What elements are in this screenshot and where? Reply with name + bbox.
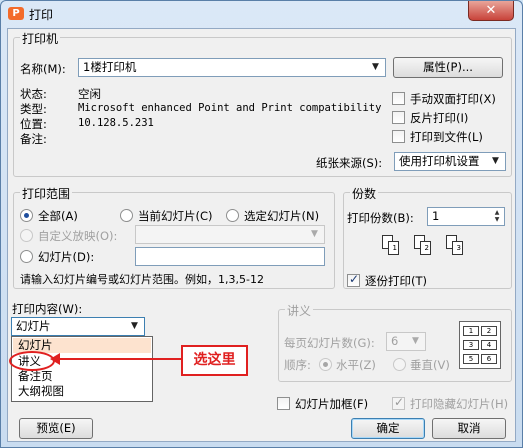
annotation-arrow-line	[55, 358, 181, 360]
order-label: 顺序:	[284, 358, 311, 372]
type-label: 类型:	[20, 102, 47, 116]
print-dialog: P 打印 ✕ 打印机 名称(M): 1楼打印机 ▼ 属性(P)... 状态: 空…	[0, 0, 523, 448]
printer-properties-button[interactable]: 属性(P)...	[393, 57, 503, 78]
range-slides-radio[interactable]	[20, 250, 33, 263]
ok-button[interactable]: 确定	[351, 418, 425, 439]
reverse-print-label[interactable]: 反片打印(I)	[410, 110, 468, 126]
range-current-label[interactable]: 当前幻灯片(C)	[138, 208, 213, 224]
print-content-label: 打印内容(W):	[12, 302, 83, 316]
frame-slides-checkbox[interactable]	[277, 397, 290, 410]
print-content-select[interactable]: 幻灯片 ▼	[11, 317, 145, 336]
range-all-label[interactable]: 全部(A)	[38, 208, 78, 224]
collate-checkbox[interactable]	[347, 272, 360, 287]
copies-count-label: 打印份数(B):	[347, 211, 414, 225]
order-horizontal-label: 水平(Z)	[336, 358, 376, 372]
printer-name-label: 名称(M):	[20, 62, 66, 76]
location-label: 位置:	[20, 117, 47, 131]
manual-duplex-label[interactable]: 手动双面打印(X)	[410, 91, 496, 107]
collate-set-1-icon: 1	[382, 235, 410, 261]
dropdown-option-outline[interactable]: 大纲视图	[18, 384, 64, 399]
print-range-label: 打印范围	[20, 185, 73, 202]
order-horizontal-radio[interactable]	[319, 358, 332, 371]
range-slides-label[interactable]: 幻灯片(D):	[38, 249, 94, 265]
chevron-down-icon: ▼	[412, 336, 419, 346]
range-hint: 请输入幻灯片编号或幻灯片范围。例如，1,3,5-12	[20, 273, 264, 286]
collate-set-2-icon: 2	[414, 235, 442, 261]
range-custom-radio[interactable]	[20, 229, 33, 242]
range-selected-label[interactable]: 选定幻灯片(N)	[244, 208, 319, 224]
per-page-select[interactable]: 6 ▼	[386, 332, 426, 351]
handout-layout-preview: 1 2 3 4 5 6	[459, 321, 501, 369]
range-current-radio[interactable]	[120, 209, 133, 222]
title-bar[interactable]: P 打印 ✕	[1, 1, 522, 27]
annotation-callout: 选这里	[181, 345, 248, 376]
collate-label[interactable]: 逐份打印(T)	[365, 273, 427, 289]
printer-group-label: 打印机	[20, 30, 61, 47]
printer-name-select[interactable]: 1楼打印机 ▼	[78, 58, 386, 77]
preview-button[interactable]: 预览(E)	[19, 418, 93, 439]
manual-duplex-checkbox[interactable]	[392, 92, 405, 105]
paper-source-label: 纸张来源(S):	[316, 156, 383, 170]
print-content-value: 幻灯片	[16, 319, 51, 333]
range-custom-label: 自定义放映(O):	[38, 229, 118, 243]
paper-source-select[interactable]: 使用打印机设置 ▼	[394, 152, 506, 171]
print-to-file-checkbox[interactable]	[392, 130, 405, 143]
copies-count-value: 1	[432, 209, 440, 223]
dialog-body: 打印机 名称(M): 1楼打印机 ▼ 属性(P)... 状态: 空闲 类型: M…	[7, 28, 516, 442]
reverse-print-checkbox[interactable]	[392, 111, 405, 124]
collate-set-3-icon: 3	[446, 235, 474, 261]
dropdown-option-notes[interactable]: 备注页	[18, 369, 53, 384]
chevron-down-icon: ▼	[131, 321, 138, 331]
spinner-arrows-icon[interactable]: ▲ ▼	[491, 209, 503, 224]
slides-range-input[interactable]	[135, 247, 325, 266]
custom-show-select[interactable]: ▼	[135, 225, 325, 244]
location-value: 10.128.5.231	[78, 117, 154, 129]
range-selected-radio[interactable]	[226, 209, 239, 222]
close-button[interactable]: ✕	[468, 1, 514, 21]
comment-label: 备注:	[20, 132, 47, 146]
range-all-radio[interactable]	[20, 209, 33, 222]
handouts-group-label: 讲义	[285, 302, 314, 319]
paper-source-value: 使用打印机设置	[399, 154, 480, 168]
chevron-down-icon: ▼	[492, 156, 499, 166]
status-value: 空闲	[78, 87, 101, 101]
print-hidden-label: 打印隐藏幻灯片(H)	[410, 397, 509, 411]
copies-count-input[interactable]: 1 ▲ ▼	[427, 207, 505, 226]
annotation-highlight-oval	[9, 351, 55, 371]
printer-name-value: 1楼打印机	[83, 60, 137, 74]
frame-slides-label[interactable]: 幻灯片加框(F)	[295, 396, 368, 412]
per-page-value: 6	[391, 334, 399, 348]
cancel-button[interactable]: 取消	[432, 418, 506, 439]
order-vertical-label: 垂直(V)	[410, 358, 450, 372]
type-value: Microsoft enhanced Point and Print compa…	[78, 102, 388, 114]
chevron-down-icon: ▼	[372, 62, 379, 72]
print-to-file-label[interactable]: 打印到文件(L)	[410, 129, 483, 145]
window-title: 打印	[29, 8, 54, 22]
annotation-arrow-head-icon	[50, 353, 60, 365]
order-vertical-radio[interactable]	[393, 358, 406, 371]
copies-group-label: 份数	[350, 185, 379, 202]
chevron-down-icon: ▼	[311, 229, 318, 239]
status-label: 状态:	[20, 87, 47, 101]
per-page-label: 每页幻灯片数(G):	[284, 336, 375, 350]
close-icon: ✕	[485, 3, 497, 18]
wps-presentation-icon: P	[8, 7, 24, 20]
print-hidden-checkbox[interactable]	[392, 395, 405, 410]
